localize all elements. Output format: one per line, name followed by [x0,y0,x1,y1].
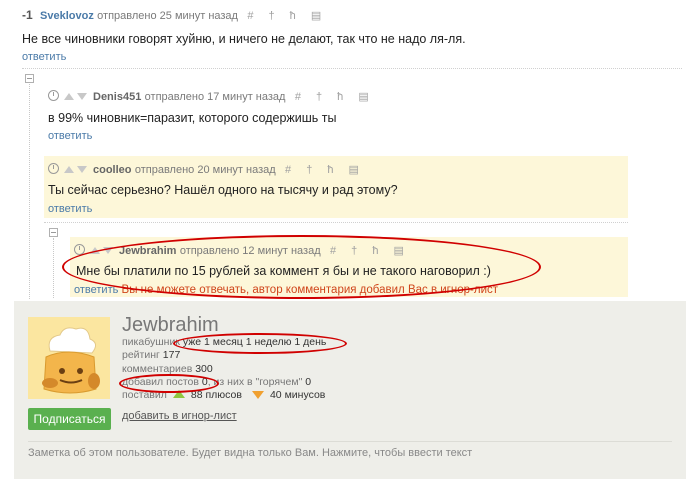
upvote-icon[interactable] [64,93,74,100]
comment-3-header: coolleo отправлено 20 минут назад # † ħ … [48,162,365,176]
comment-text: Не все чиновники говорят хуйню, и ничего… [22,32,466,46]
collapse-icon[interactable] [25,74,34,83]
stat-label: , из них в "горячем" [207,375,303,388]
thread-line [53,238,54,298]
annotation-ellipse [119,374,219,393]
comment-time: отправлено 25 минут назад [97,10,238,22]
annotation-ellipse [173,333,347,354]
subscribe-button[interactable]: Подписаться [28,408,111,430]
comment-tools-icons[interactable]: # † ħ ▤ [295,91,375,103]
stat-value: 0 [305,375,312,388]
reply-link[interactable]: ответить [48,130,92,142]
user-note[interactable]: Заметка об этом пользователе. Будет видн… [28,447,472,459]
comment-score: -1 [22,8,33,22]
divider [22,68,682,69]
comment-author[interactable]: Sveklovoz [40,10,94,22]
annotation-ellipse [62,235,541,299]
comment-tools-icons[interactable]: # † ħ ▤ [285,164,365,176]
downvote-icon[interactable] [77,93,87,100]
profile-name: Jewbrahim [122,314,219,336]
downvote-icon[interactable] [77,166,87,173]
stat-value: 177 [162,349,181,362]
comment-time: отправлено 20 минут назад [134,164,276,176]
clock-icon [48,90,59,101]
divider [28,441,672,442]
reply-link[interactable]: ответить [48,203,92,215]
reply-link[interactable]: ответить [22,51,66,63]
thread-line [29,84,30,299]
stat-label: рейтинг [122,349,160,362]
clock-icon [48,163,59,174]
comment-1-header: -1 Sveklovoz отправлено 25 минут назад #… [22,8,327,22]
minus-icon [251,391,264,400]
comment-text: Ты сейчас серьезно? Нашёл одного на тыся… [48,183,398,197]
stat-label: комментариев [122,362,193,375]
comment-2-header: Denis451 отправлено 17 минут назад # † ħ… [48,89,375,103]
divider [44,222,628,223]
comment-author[interactable]: coolleo [93,164,132,176]
comment-tools-icons[interactable]: # † ħ ▤ [247,10,327,22]
ignore-list-link[interactable]: добавить в игнор-лист [122,410,237,422]
avatar[interactable] [28,317,110,399]
comment-text: в 99% чиновник=паразит, которого содержи… [48,111,337,125]
stat-value: 40 минусов [269,389,326,402]
stat-value: 300 [195,362,213,375]
comment-author[interactable]: Denis451 [93,91,141,103]
comment-time: отправлено 17 минут назад [144,91,286,103]
collapse-icon[interactable] [49,228,58,237]
stat-label: пикабушник [122,336,180,348]
avatar-image [28,317,110,399]
upvote-icon[interactable] [64,166,74,173]
